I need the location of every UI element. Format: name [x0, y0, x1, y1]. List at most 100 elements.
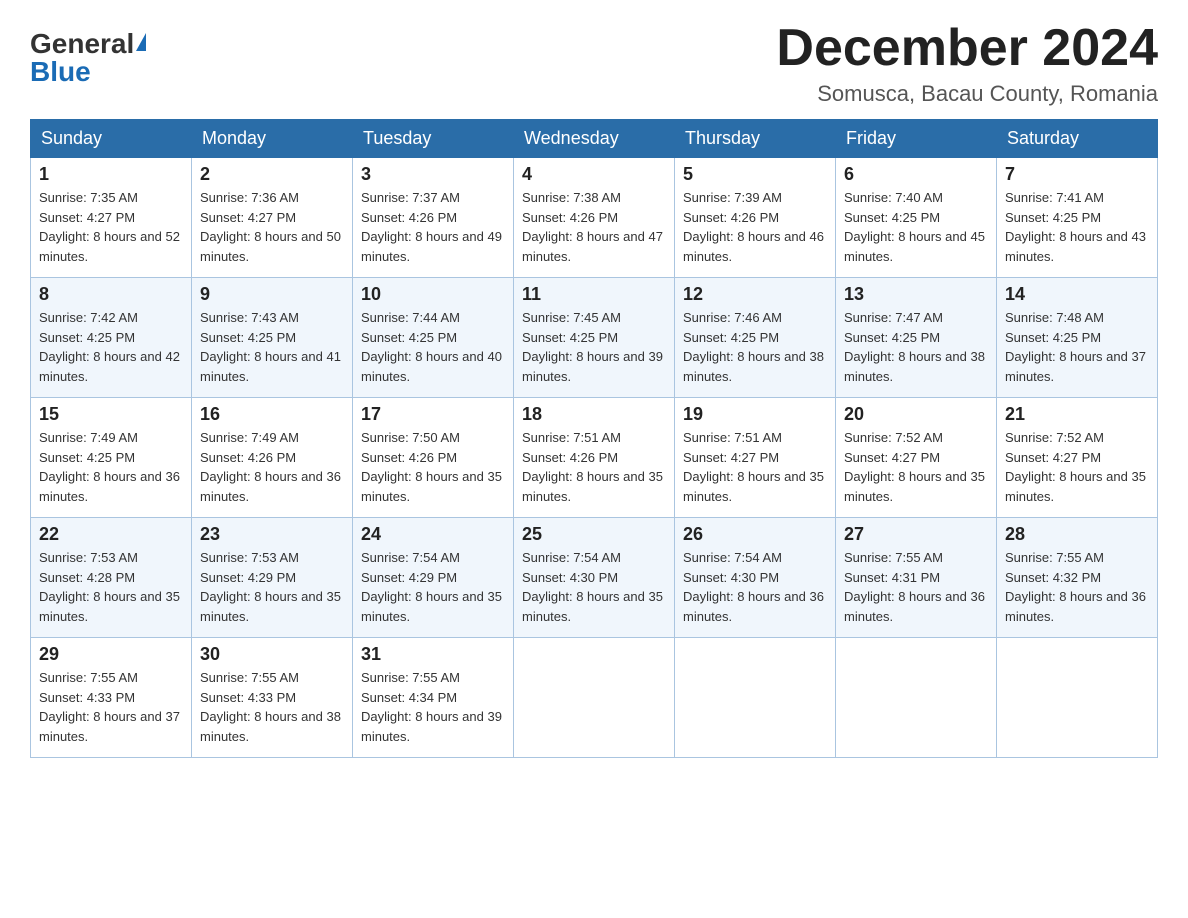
- calendar-cell: 7 Sunrise: 7:41 AMSunset: 4:25 PMDayligh…: [997, 158, 1158, 278]
- calendar-cell: 8 Sunrise: 7:42 AMSunset: 4:25 PMDayligh…: [31, 278, 192, 398]
- day-number: 27: [844, 524, 988, 545]
- day-number: 11: [522, 284, 666, 305]
- location-title: Somusca, Bacau County, Romania: [776, 81, 1158, 107]
- calendar-week-row: 8 Sunrise: 7:42 AMSunset: 4:25 PMDayligh…: [31, 278, 1158, 398]
- day-info: Sunrise: 7:54 AMSunset: 4:29 PMDaylight:…: [361, 550, 502, 624]
- day-info: Sunrise: 7:36 AMSunset: 4:27 PMDaylight:…: [200, 190, 341, 264]
- calendar-table: SundayMondayTuesdayWednesdayThursdayFrid…: [30, 119, 1158, 758]
- day-info: Sunrise: 7:51 AMSunset: 4:26 PMDaylight:…: [522, 430, 663, 504]
- day-number: 1: [39, 164, 183, 185]
- day-info: Sunrise: 7:44 AMSunset: 4:25 PMDaylight:…: [361, 310, 502, 384]
- calendar-cell: [514, 638, 675, 758]
- day-number: 20: [844, 404, 988, 425]
- day-number: 5: [683, 164, 827, 185]
- calendar-cell: 19 Sunrise: 7:51 AMSunset: 4:27 PMDaylig…: [675, 398, 836, 518]
- calendar-cell: 16 Sunrise: 7:49 AMSunset: 4:26 PMDaylig…: [192, 398, 353, 518]
- day-info: Sunrise: 7:48 AMSunset: 4:25 PMDaylight:…: [1005, 310, 1146, 384]
- calendar-header-sunday: Sunday: [31, 120, 192, 158]
- day-info: Sunrise: 7:53 AMSunset: 4:29 PMDaylight:…: [200, 550, 341, 624]
- day-number: 7: [1005, 164, 1149, 185]
- day-number: 30: [200, 644, 344, 665]
- day-info: Sunrise: 7:47 AMSunset: 4:25 PMDaylight:…: [844, 310, 985, 384]
- day-info: Sunrise: 7:51 AMSunset: 4:27 PMDaylight:…: [683, 430, 824, 504]
- day-number: 14: [1005, 284, 1149, 305]
- day-number: 17: [361, 404, 505, 425]
- calendar-cell: 15 Sunrise: 7:49 AMSunset: 4:25 PMDaylig…: [31, 398, 192, 518]
- calendar-cell: 21 Sunrise: 7:52 AMSunset: 4:27 PMDaylig…: [997, 398, 1158, 518]
- calendar-cell: 12 Sunrise: 7:46 AMSunset: 4:25 PMDaylig…: [675, 278, 836, 398]
- day-number: 18: [522, 404, 666, 425]
- day-info: Sunrise: 7:53 AMSunset: 4:28 PMDaylight:…: [39, 550, 180, 624]
- calendar-cell: 27 Sunrise: 7:55 AMSunset: 4:31 PMDaylig…: [836, 518, 997, 638]
- calendar-cell: 13 Sunrise: 7:47 AMSunset: 4:25 PMDaylig…: [836, 278, 997, 398]
- calendar-cell: 25 Sunrise: 7:54 AMSunset: 4:30 PMDaylig…: [514, 518, 675, 638]
- calendar-week-row: 22 Sunrise: 7:53 AMSunset: 4:28 PMDaylig…: [31, 518, 1158, 638]
- day-info: Sunrise: 7:49 AMSunset: 4:25 PMDaylight:…: [39, 430, 180, 504]
- calendar-cell: 18 Sunrise: 7:51 AMSunset: 4:26 PMDaylig…: [514, 398, 675, 518]
- calendar-header-monday: Monday: [192, 120, 353, 158]
- calendar-cell: 11 Sunrise: 7:45 AMSunset: 4:25 PMDaylig…: [514, 278, 675, 398]
- calendar-cell: 31 Sunrise: 7:55 AMSunset: 4:34 PMDaylig…: [353, 638, 514, 758]
- day-number: 31: [361, 644, 505, 665]
- calendar-cell: 24 Sunrise: 7:54 AMSunset: 4:29 PMDaylig…: [353, 518, 514, 638]
- day-info: Sunrise: 7:54 AMSunset: 4:30 PMDaylight:…: [522, 550, 663, 624]
- day-info: Sunrise: 7:55 AMSunset: 4:33 PMDaylight:…: [39, 670, 180, 744]
- day-number: 12: [683, 284, 827, 305]
- day-number: 13: [844, 284, 988, 305]
- calendar-cell: 26 Sunrise: 7:54 AMSunset: 4:30 PMDaylig…: [675, 518, 836, 638]
- calendar-header-wednesday: Wednesday: [514, 120, 675, 158]
- day-info: Sunrise: 7:46 AMSunset: 4:25 PMDaylight:…: [683, 310, 824, 384]
- day-number: 9: [200, 284, 344, 305]
- day-number: 10: [361, 284, 505, 305]
- logo-general-text: General: [30, 30, 134, 58]
- calendar-cell: 4 Sunrise: 7:38 AMSunset: 4:26 PMDayligh…: [514, 158, 675, 278]
- day-info: Sunrise: 7:55 AMSunset: 4:33 PMDaylight:…: [200, 670, 341, 744]
- calendar-week-row: 29 Sunrise: 7:55 AMSunset: 4:33 PMDaylig…: [31, 638, 1158, 758]
- calendar-cell: 20 Sunrise: 7:52 AMSunset: 4:27 PMDaylig…: [836, 398, 997, 518]
- day-number: 8: [39, 284, 183, 305]
- calendar-cell: 5 Sunrise: 7:39 AMSunset: 4:26 PMDayligh…: [675, 158, 836, 278]
- day-info: Sunrise: 7:45 AMSunset: 4:25 PMDaylight:…: [522, 310, 663, 384]
- day-info: Sunrise: 7:54 AMSunset: 4:30 PMDaylight:…: [683, 550, 824, 624]
- day-info: Sunrise: 7:55 AMSunset: 4:31 PMDaylight:…: [844, 550, 985, 624]
- day-number: 24: [361, 524, 505, 545]
- day-info: Sunrise: 7:52 AMSunset: 4:27 PMDaylight:…: [844, 430, 985, 504]
- calendar-header-row: SundayMondayTuesdayWednesdayThursdayFrid…: [31, 120, 1158, 158]
- day-number: 29: [39, 644, 183, 665]
- logo-triangle-icon: [136, 33, 146, 51]
- day-number: 6: [844, 164, 988, 185]
- day-info: Sunrise: 7:42 AMSunset: 4:25 PMDaylight:…: [39, 310, 180, 384]
- day-number: 3: [361, 164, 505, 185]
- calendar-cell: 30 Sunrise: 7:55 AMSunset: 4:33 PMDaylig…: [192, 638, 353, 758]
- day-number: 15: [39, 404, 183, 425]
- day-number: 25: [522, 524, 666, 545]
- day-number: 2: [200, 164, 344, 185]
- calendar-cell: 9 Sunrise: 7:43 AMSunset: 4:25 PMDayligh…: [192, 278, 353, 398]
- day-number: 16: [200, 404, 344, 425]
- day-info: Sunrise: 7:37 AMSunset: 4:26 PMDaylight:…: [361, 190, 502, 264]
- calendar-cell: 22 Sunrise: 7:53 AMSunset: 4:28 PMDaylig…: [31, 518, 192, 638]
- calendar-cell: 1 Sunrise: 7:35 AMSunset: 4:27 PMDayligh…: [31, 158, 192, 278]
- day-info: Sunrise: 7:55 AMSunset: 4:32 PMDaylight:…: [1005, 550, 1146, 624]
- calendar-cell: 23 Sunrise: 7:53 AMSunset: 4:29 PMDaylig…: [192, 518, 353, 638]
- title-block: December 2024 Somusca, Bacau County, Rom…: [776, 20, 1158, 107]
- day-info: Sunrise: 7:35 AMSunset: 4:27 PMDaylight:…: [39, 190, 180, 264]
- calendar-cell: 10 Sunrise: 7:44 AMSunset: 4:25 PMDaylig…: [353, 278, 514, 398]
- calendar-header-thursday: Thursday: [675, 120, 836, 158]
- calendar-cell: [675, 638, 836, 758]
- calendar-cell: 3 Sunrise: 7:37 AMSunset: 4:26 PMDayligh…: [353, 158, 514, 278]
- day-info: Sunrise: 7:39 AMSunset: 4:26 PMDaylight:…: [683, 190, 824, 264]
- day-number: 26: [683, 524, 827, 545]
- day-info: Sunrise: 7:38 AMSunset: 4:26 PMDaylight:…: [522, 190, 663, 264]
- day-number: 4: [522, 164, 666, 185]
- day-number: 22: [39, 524, 183, 545]
- day-number: 21: [1005, 404, 1149, 425]
- calendar-header-tuesday: Tuesday: [353, 120, 514, 158]
- day-info: Sunrise: 7:41 AMSunset: 4:25 PMDaylight:…: [1005, 190, 1146, 264]
- logo: General Blue: [30, 30, 146, 86]
- day-number: 23: [200, 524, 344, 545]
- calendar-cell: [836, 638, 997, 758]
- day-info: Sunrise: 7:55 AMSunset: 4:34 PMDaylight:…: [361, 670, 502, 744]
- calendar-cell: 29 Sunrise: 7:55 AMSunset: 4:33 PMDaylig…: [31, 638, 192, 758]
- calendar-cell: [997, 638, 1158, 758]
